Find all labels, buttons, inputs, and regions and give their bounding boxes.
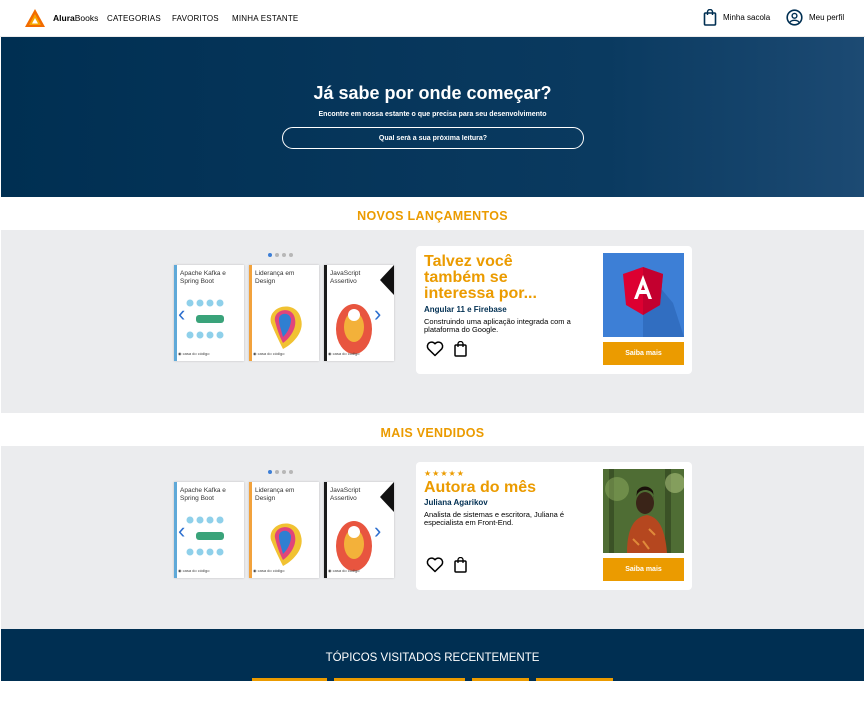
cover-strip <box>249 265 252 361</box>
carousel-dot[interactable] <box>282 253 286 257</box>
cover-corner <box>380 265 394 295</box>
book-cover[interactable]: JavaScript Assertivo ◉ casa do código <box>324 265 394 361</box>
nav-link-minha-estante[interactable]: MINHA ESTANTE <box>232 14 298 23</box>
hero-banner: Já sabe por onde começar? Encontre em no… <box>1 37 864 197</box>
bestsellers-title: MAIS VENDIDOS <box>380 426 485 440</box>
angular-book-image <box>603 253 684 337</box>
carousel-dots <box>268 470 293 474</box>
cover-publisher-logo: ◉ casa do código <box>253 568 285 573</box>
releases-carousel: Apache Kafka e Spring Boot ◉ casa do cód… <box>174 253 394 365</box>
recommendation-card: Talvez você também se interessa por... A… <box>416 246 692 374</box>
bag-link[interactable]: Minha sacola <box>703 9 770 26</box>
alura-logo-icon[interactable] <box>24 8 46 28</box>
cover-publisher-logo: ◉ casa do código <box>178 351 210 356</box>
shopping-bag-icon <box>703 9 717 26</box>
cover-strip <box>324 265 327 361</box>
card-actions <box>426 557 467 573</box>
cover-illustration <box>336 304 372 354</box>
recommended-book-description: Construindo uma aplicação integrada com … <box>424 317 571 334</box>
search-input[interactable] <box>282 127 584 149</box>
heart-icon[interactable] <box>426 557 444 573</box>
book-cover-title: Apache Kafka e Spring Boot <box>180 270 226 285</box>
cover-strip <box>174 482 177 578</box>
carousel-dot[interactable] <box>289 470 293 474</box>
book-cover[interactable]: JavaScript Assertivo ◉ casa do código <box>324 482 394 578</box>
recent-topics-section: TÓPICOS VISITADOS RECENTEMENTE <box>1 629 864 681</box>
cover-illustration <box>186 299 224 339</box>
carousel-next-chevron-icon[interactable]: › <box>374 520 381 542</box>
top-nav: AluraBooks CATEGORIAS FAVORITOS MINHA ES… <box>0 0 865 37</box>
carousel-dots <box>268 253 293 257</box>
recommendation-heading: Talvez você também se interessa por... <box>424 253 537 302</box>
nav-link-favoritos[interactable]: FAVORITOS <box>172 14 219 23</box>
book-cover-title: Liderança em Design <box>255 270 295 285</box>
recent-topics-title: TÓPICOS VISITADOS RECENTEMENTE <box>325 652 540 664</box>
cover-strip <box>324 482 327 578</box>
recommended-book-name: Angular 11 e Firebase <box>424 305 507 314</box>
cover-illustration <box>270 306 302 349</box>
cover-illustration <box>186 516 224 556</box>
carousel-dot[interactable] <box>282 470 286 474</box>
carousel-dot[interactable] <box>268 253 272 257</box>
carousel-next-chevron-icon[interactable]: › <box>374 303 381 325</box>
author-card: ★★★★★ Autora do mês Juliana Agarikov Ana… <box>416 462 692 590</box>
bestsellers-carousel: Apache Kafka e Spring Boot ◉ casa do cód… <box>174 470 394 582</box>
book-cover-title: Apache Kafka e Spring Boot <box>180 487 226 502</box>
author-name: Juliana Agarikov <box>424 498 488 507</box>
carousel-dot[interactable] <box>268 470 272 474</box>
shopping-bag-icon[interactable] <box>454 341 467 357</box>
angular-logo-icon <box>623 267 684 337</box>
topic-tag[interactable] <box>252 678 327 681</box>
saiba-mais-button[interactable]: Saiba mais <box>603 342 684 365</box>
cover-publisher-logo: ◉ casa do código <box>253 351 285 356</box>
bag-label: Minha sacola <box>723 13 771 22</box>
author-description: Analista de sistemas e escritora, Julian… <box>424 510 565 527</box>
rating-stars: ★★★★★ <box>424 469 465 478</box>
topic-tag[interactable] <box>334 678 465 681</box>
cover-corner <box>380 482 394 512</box>
carousel-dot[interactable] <box>275 253 279 257</box>
cover-publisher-logo: ◉ casa do código <box>328 568 360 573</box>
topic-tag[interactable] <box>536 678 613 681</box>
carousel-dot[interactable] <box>289 253 293 257</box>
user-circle-icon <box>786 9 803 26</box>
profile-link[interactable]: Meu perfil <box>786 9 844 26</box>
book-cover[interactable]: Liderança em Design ◉ casa do código <box>249 482 319 578</box>
hero-subtitle: Encontre em nossa estante o que precisa … <box>318 111 547 118</box>
releases-title: NOVOS LANÇAMENTOS <box>357 209 508 223</box>
cover-illustration <box>270 523 302 566</box>
cover-publisher-logo: ◉ casa do código <box>178 568 210 573</box>
card-actions <box>426 341 467 357</box>
cover-strip <box>249 482 252 578</box>
book-cover-title: Liderança em Design <box>255 487 295 502</box>
cover-strip <box>174 265 177 361</box>
carousel-dot[interactable] <box>275 470 279 474</box>
nav-link-categorias[interactable]: CATEGORIAS <box>107 14 161 23</box>
carousel-prev-chevron-icon[interactable]: ‹ <box>178 520 185 542</box>
profile-label: Meu perfil <box>809 13 845 22</box>
cover-illustration <box>336 521 372 571</box>
cover-publisher-logo: ◉ casa do código <box>328 351 360 356</box>
heart-icon[interactable] <box>426 341 444 357</box>
brand-name[interactable]: AluraBooks <box>53 13 98 23</box>
carousel-prev-chevron-icon[interactable]: ‹ <box>178 303 185 325</box>
shopping-bag-icon[interactable] <box>454 557 467 573</box>
author-photo-illustration <box>603 469 684 553</box>
hero-title: Já sabe por onde começar? <box>313 83 552 103</box>
saiba-mais-button[interactable]: Saiba mais <box>603 558 684 581</box>
author-heading: Autora do mês <box>424 479 537 496</box>
topic-tag[interactable] <box>472 678 529 681</box>
book-cover[interactable]: Liderança em Design ◉ casa do código <box>249 265 319 361</box>
author-photo <box>603 469 684 553</box>
releases-band: Apache Kafka e Spring Boot ◉ casa do cód… <box>1 230 864 413</box>
bestsellers-band: Apache Kafka e Spring Boot ◉ casa do cód… <box>1 446 864 629</box>
